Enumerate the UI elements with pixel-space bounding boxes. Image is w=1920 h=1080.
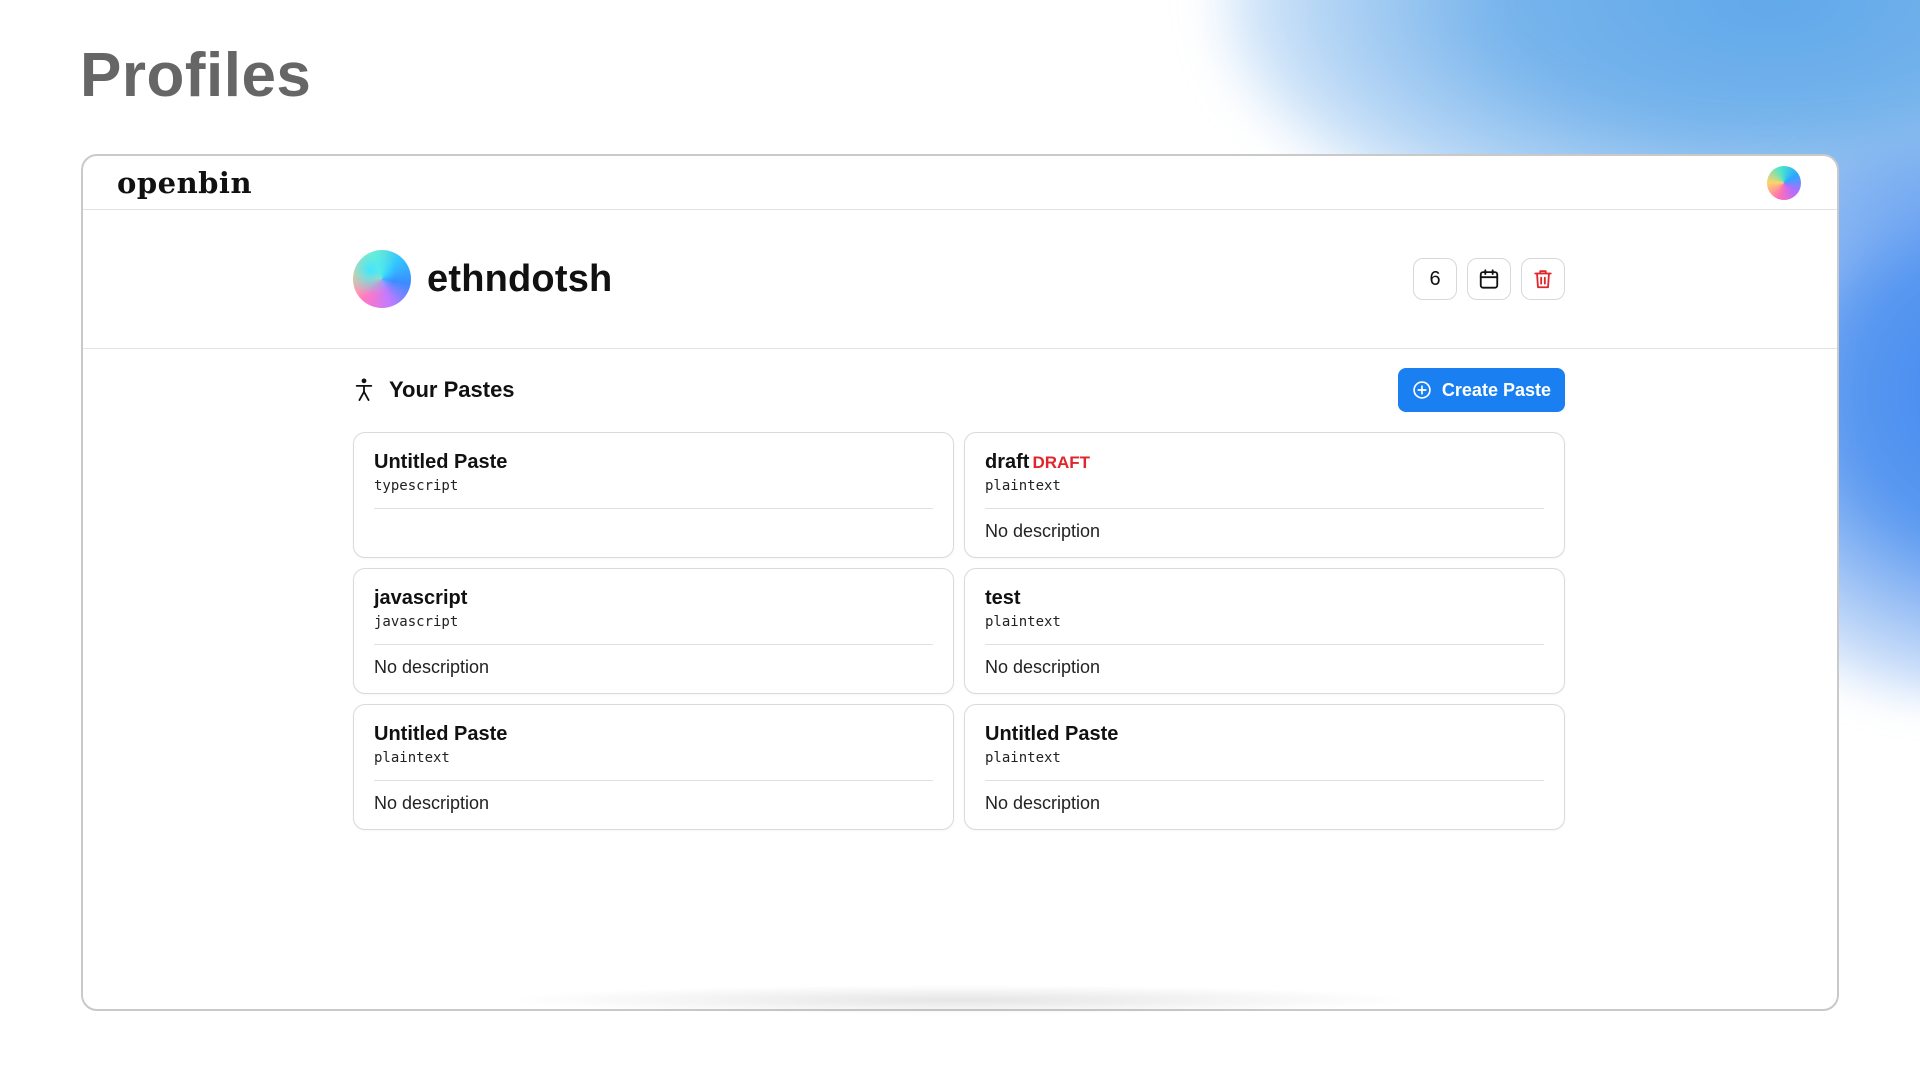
paste-title: javascript — [374, 587, 468, 609]
paste-card[interactable]: Untitled Paste plaintext No description — [964, 704, 1565, 830]
pastes-section: Your Pastes Create Paste Untitled Paste — [353, 368, 1565, 830]
paste-card[interactable]: test plaintext No description — [964, 568, 1565, 694]
calendar-button[interactable] — [1467, 258, 1511, 300]
paste-title-row: Untitled Paste — [374, 723, 933, 747]
profile-avatar — [353, 250, 411, 308]
pastes-section-header: Your Pastes Create Paste — [353, 368, 1565, 412]
profile-username: ethndotsh — [427, 257, 613, 300]
paste-language: typescript — [374, 478, 459, 494]
page-title: Profiles — [80, 41, 312, 110]
draft-badge: DRAFT — [1032, 453, 1091, 472]
profile-actions: 6 — [1413, 258, 1565, 300]
divider — [374, 508, 933, 509]
paste-description: No description — [985, 657, 1101, 677]
create-paste-label: Create Paste — [1441, 379, 1551, 400]
plus-circle-icon — [1413, 381, 1431, 399]
paste-title-row: Untitled Paste — [985, 723, 1544, 747]
create-paste-button[interactable]: Create Paste — [1397, 368, 1565, 412]
divider — [985, 780, 1544, 781]
paste-language: plaintext — [985, 750, 1061, 766]
person-icon — [355, 378, 373, 401]
paste-title-row: draft DRAFT — [985, 451, 1544, 475]
trash-icon — [1534, 270, 1552, 289]
divider — [374, 644, 933, 645]
paste-card[interactable]: Untitled Paste plaintext No description — [353, 704, 954, 830]
stage: Profiles openbin ethndotsh 6 Your Pastes… — [0, 0, 1920, 1080]
paste-language: plaintext — [374, 750, 450, 766]
paste-title: draft — [985, 451, 1030, 473]
calendar-icon — [1479, 269, 1499, 289]
profile-header-inner: ethndotsh 6 — [353, 248, 1565, 310]
paste-language: plaintext — [985, 478, 1061, 494]
paste-title: test — [985, 587, 1021, 609]
paste-description: No description — [374, 793, 490, 813]
paste-card[interactable]: Untitled Paste typescript — [353, 432, 954, 558]
paste-title-row: javascript — [374, 587, 933, 611]
paste-description: No description — [985, 793, 1101, 813]
paste-description — [374, 521, 933, 545]
app-window: openbin ethndotsh 6 Your Pastes Create P… — [81, 154, 1839, 1011]
paste-language: plaintext — [985, 614, 1061, 630]
profile-identity: ethndotsh — [353, 250, 612, 308]
delete-profile-button[interactable] — [1521, 258, 1565, 300]
paste-description: No description — [985, 521, 1101, 541]
paste-title: Untitled Paste — [374, 451, 508, 473]
profile-header: ethndotsh 6 — [83, 210, 1837, 349]
section-title: Your Pastes — [389, 377, 515, 402]
paste-title: Untitled Paste — [985, 723, 1119, 745]
divider — [985, 644, 1544, 645]
paste-card[interactable]: javascript javascript No description — [353, 568, 954, 694]
user-avatar-menu[interactable] — [1767, 165, 1801, 200]
app-logo[interactable]: openbin — [117, 166, 252, 200]
pastes-grid: Untitled Paste typescript draft DRAFT pla… — [353, 432, 1565, 830]
paste-title-row: test — [985, 587, 1544, 611]
top-navbar: openbin — [83, 156, 1837, 210]
paste-count-value: 6 — [1429, 267, 1441, 290]
section-title-group: Your Pastes — [353, 377, 515, 403]
paste-language: javascript — [374, 614, 459, 630]
paste-title-row: Untitled Paste — [374, 451, 933, 475]
paste-title: Untitled Paste — [374, 723, 508, 745]
paste-description: No description — [374, 657, 490, 677]
divider — [985, 508, 1544, 509]
paste-card[interactable]: draft DRAFT plaintext No description — [964, 432, 1565, 558]
divider — [374, 780, 933, 781]
paste-count-badge: 6 — [1413, 258, 1457, 300]
window-shadow — [500, 985, 1420, 1015]
